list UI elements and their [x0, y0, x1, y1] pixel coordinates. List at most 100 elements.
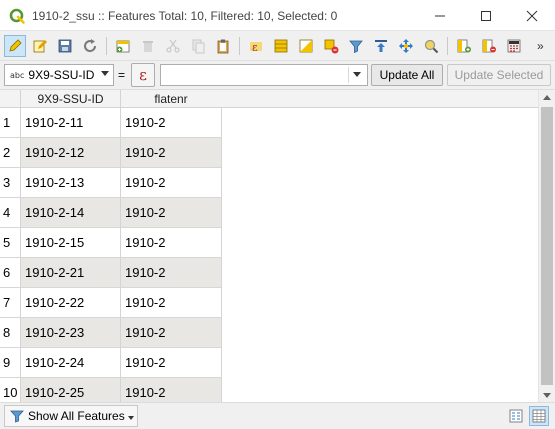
- cell-flatenr[interactable]: 1910-2: [121, 108, 222, 137]
- toolbar-separator: [239, 37, 240, 55]
- add-feature-button[interactable]: [112, 35, 134, 57]
- toggle-editing-button[interactable]: [4, 35, 26, 57]
- cell-ssu-id[interactable]: 1910-2-25: [21, 378, 121, 402]
- invert-selection-icon: [299, 39, 313, 53]
- filter-select-button[interactable]: [345, 35, 367, 57]
- cell-flatenr[interactable]: 1910-2: [121, 378, 222, 402]
- table-body: 1 1910-2-11 1910-2 2 1910-2-12 1910-2 3 …: [0, 108, 222, 402]
- cell-ssu-id[interactable]: 1910-2-24: [21, 348, 121, 377]
- svg-text:ε: ε: [252, 41, 258, 54]
- pan-icon: [399, 39, 413, 53]
- cell-ssu-id[interactable]: 1910-2-12: [21, 138, 121, 167]
- minimize-button[interactable]: [417, 0, 463, 31]
- cell-flatenr[interactable]: 1910-2: [121, 168, 222, 197]
- cell-flatenr[interactable]: 1910-2: [121, 348, 222, 377]
- cell-flatenr[interactable]: 1910-2: [121, 198, 222, 227]
- save-edits-button[interactable]: [54, 35, 76, 57]
- row-number[interactable]: 4: [0, 198, 21, 227]
- cell-ssu-id[interactable]: 1910-2-22: [21, 288, 121, 317]
- calculator-icon: [507, 39, 521, 53]
- cell-ssu-id[interactable]: 1910-2-23: [21, 318, 121, 347]
- new-field-button[interactable]: [453, 35, 475, 57]
- table-row[interactable]: 1 1910-2-11 1910-2: [0, 108, 222, 138]
- table-row[interactable]: 2 1910-2-12 1910-2: [0, 138, 222, 168]
- cell-flatenr[interactable]: 1910-2: [121, 318, 222, 347]
- table-row[interactable]: 6 1910-2-21 1910-2: [0, 258, 222, 288]
- table-view-button[interactable]: [529, 406, 549, 426]
- attribute-table: 9X9-SSU-ID flatenr 1 1910-2-11 1910-2 2 …: [0, 89, 555, 402]
- feature-filter-button[interactable]: Show All Features: [4, 405, 138, 427]
- update-all-button[interactable]: Update All: [371, 64, 443, 86]
- save-icon: [58, 39, 72, 53]
- deselect-all-button[interactable]: [320, 35, 342, 57]
- title-bar: 1910-2_ssu :: Features Total: 10, Filter…: [0, 0, 555, 31]
- select-all-button[interactable]: [270, 35, 292, 57]
- chevron-down-icon: [353, 72, 361, 77]
- table-row[interactable]: 4 1910-2-14 1910-2: [0, 198, 222, 228]
- cell-ssu-id[interactable]: 1910-2-11: [21, 108, 121, 137]
- vertical-scrollbar[interactable]: [538, 90, 555, 402]
- multi-edit-icon: [33, 40, 47, 53]
- maximize-icon: [481, 10, 491, 21]
- cell-ssu-id[interactable]: 1910-2-14: [21, 198, 121, 227]
- reload-icon: [84, 39, 97, 53]
- column-header-ssu-id[interactable]: 9X9-SSU-ID: [21, 90, 121, 108]
- row-number[interactable]: 3: [0, 168, 21, 197]
- field-calculator-button[interactable]: [503, 35, 525, 57]
- table-row[interactable]: 7 1910-2-22 1910-2: [0, 288, 222, 318]
- table-row[interactable]: 8 1910-2-23 1910-2: [0, 318, 222, 348]
- close-button[interactable]: [509, 0, 555, 31]
- expression-value-input[interactable]: [160, 64, 368, 86]
- cell-flatenr[interactable]: 1910-2: [121, 258, 222, 287]
- row-number[interactable]: 5: [0, 228, 21, 257]
- pan-to-selected-button[interactable]: [395, 35, 417, 57]
- filter-icon: [10, 410, 24, 423]
- zoom-to-selected-button[interactable]: [420, 35, 442, 57]
- copy-button[interactable]: [187, 35, 209, 57]
- toolbar-overflow-button[interactable]: »: [537, 39, 544, 53]
- cell-ssu-id[interactable]: 1910-2-21: [21, 258, 121, 287]
- table-row[interactable]: 5 1910-2-15 1910-2: [0, 228, 222, 258]
- row-number[interactable]: 9: [0, 348, 21, 377]
- row-number[interactable]: 2: [0, 138, 21, 167]
- cell-flatenr[interactable]: 1910-2: [121, 228, 222, 257]
- move-selection-top-button[interactable]: [370, 35, 392, 57]
- scrollbar-thumb[interactable]: [541, 107, 553, 385]
- cut-button[interactable]: [162, 35, 184, 57]
- filter-icon: [349, 40, 363, 54]
- move-to-top-icon: [375, 40, 387, 52]
- column-header-flatenr[interactable]: flatenr: [121, 90, 222, 108]
- field-selector[interactable]: abc 9X9-SSU-ID: [4, 64, 114, 86]
- multi-edit-button[interactable]: [29, 35, 51, 57]
- update-selected-button[interactable]: Update Selected: [447, 64, 551, 86]
- cell-ssu-id[interactable]: 1910-2-15: [21, 228, 121, 257]
- reload-button[interactable]: [79, 35, 101, 57]
- expression-builder-button[interactable]: ε: [131, 63, 155, 87]
- maximize-button[interactable]: [463, 0, 509, 31]
- row-number[interactable]: 6: [0, 258, 21, 287]
- row-number[interactable]: 7: [0, 288, 21, 317]
- cell-ssu-id[interactable]: 1910-2-13: [21, 168, 121, 197]
- combo-divider: [348, 67, 349, 83]
- table-row[interactable]: 3 1910-2-13 1910-2: [0, 168, 222, 198]
- table-corner-button[interactable]: [0, 90, 21, 108]
- row-number[interactable]: 8: [0, 318, 21, 347]
- row-number[interactable]: 10: [0, 378, 21, 402]
- select-by-expression-button[interactable]: ε: [245, 35, 267, 57]
- delete-feature-button[interactable]: [137, 35, 159, 57]
- epsilon-icon: ε: [139, 66, 147, 84]
- delete-field-button[interactable]: [478, 35, 500, 57]
- zoom-icon: [424, 39, 439, 54]
- table-row[interactable]: 9 1910-2-24 1910-2: [0, 348, 222, 378]
- row-number[interactable]: 1: [0, 108, 21, 137]
- scroll-down-icon[interactable]: [543, 393, 551, 398]
- paste-button[interactable]: [212, 35, 234, 57]
- form-view-button[interactable]: [506, 406, 526, 426]
- invert-selection-button[interactable]: [295, 35, 317, 57]
- pencil-icon: [9, 39, 22, 52]
- cell-flatenr[interactable]: 1910-2: [121, 138, 222, 167]
- toolbar-separator: [447, 37, 448, 55]
- cell-flatenr[interactable]: 1910-2: [121, 288, 222, 317]
- table-row[interactable]: 10 1910-2-25 1910-2: [0, 378, 222, 402]
- scroll-up-icon[interactable]: [543, 95, 551, 100]
